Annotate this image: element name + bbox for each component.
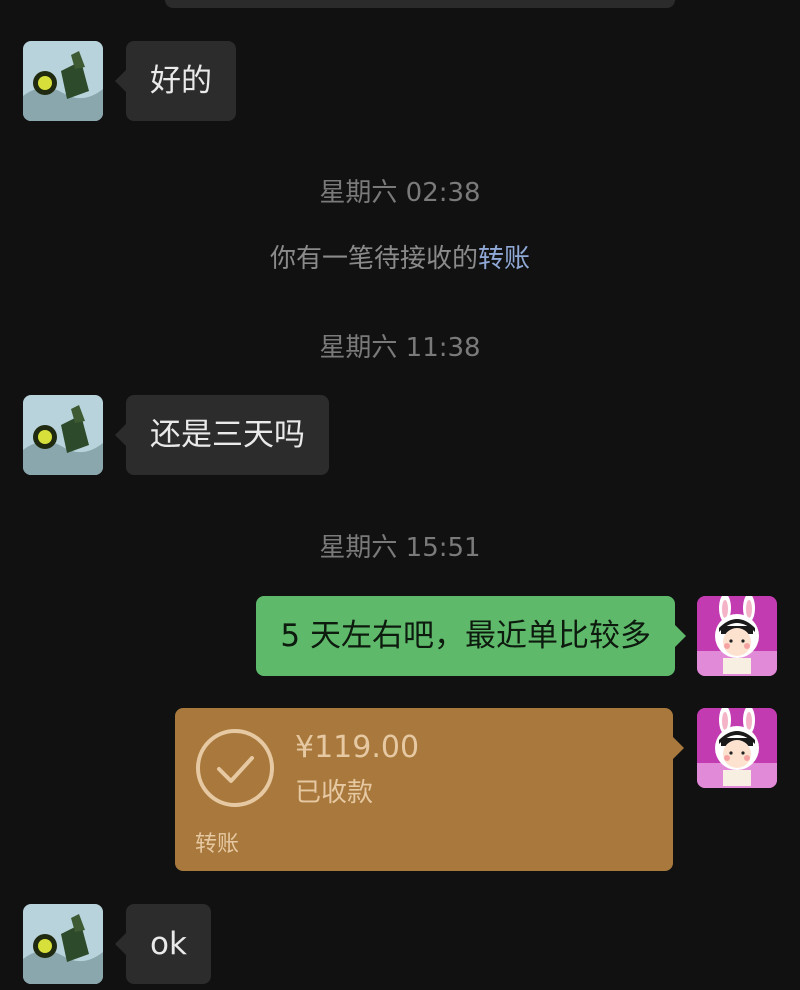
transfer-status: 已收款: [295, 778, 374, 808]
self-avatar-icon[interactable]: [697, 596, 777, 676]
message-text: 好的: [150, 63, 212, 99]
message-bubble-incoming[interactable]: 好的: [115, 41, 236, 121]
message-bubble-incoming[interactable]: 还是三天吗: [115, 395, 329, 475]
transfer-card[interactable]: ¥119.00 已收款 转账: [175, 708, 684, 871]
timestamp: 星期六 11:38: [319, 333, 481, 363]
contact-avatar-icon[interactable]: [23, 41, 103, 121]
transfer-amount: ¥119.00: [295, 730, 420, 765]
message-text: ok: [150, 926, 187, 962]
system-notice: 你有一笔待接收的转账: [0, 238, 800, 275]
chat-screen: 好的 星期六 02:38 你有一笔待接收的转账 星期六 11:38 还是三天吗 …: [0, 0, 800, 990]
message-text: 5 天左右吧，最近单比较多: [280, 618, 651, 654]
system-notice-text: 你有一笔待接收的: [269, 244, 478, 274]
self-avatar-icon[interactable]: [697, 708, 777, 788]
check-circle-icon: [196, 729, 274, 807]
timestamp: 星期六 15:51: [319, 533, 481, 563]
message-bubble-incoming[interactable]: ok: [115, 904, 211, 984]
previous-message-bubble[interactable]: [165, 0, 675, 8]
transfer-link[interactable]: 转账: [478, 244, 530, 274]
contact-avatar-icon[interactable]: [23, 904, 103, 984]
message-bubble-outgoing[interactable]: 5 天左右吧，最近单比较多: [256, 596, 686, 676]
contact-avatar-icon[interactable]: [23, 395, 103, 475]
message-text: 还是三天吗: [150, 417, 305, 453]
transfer-footer-label: 转账: [195, 832, 240, 857]
timestamp: 星期六 02:38: [319, 178, 481, 208]
